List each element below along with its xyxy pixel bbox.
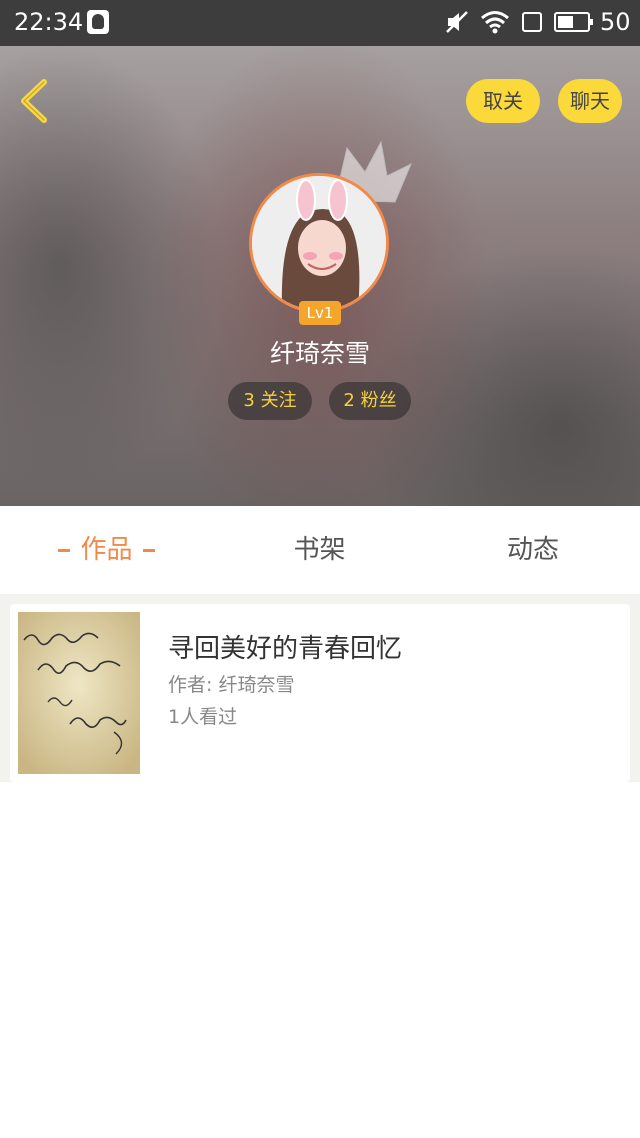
level-badge: Lv1 — [299, 301, 341, 325]
works-list: 寻回美好的青春回忆 作者: 纤琦奈雪 1人看过 — [0, 594, 640, 782]
status-time: 22:34 — [14, 8, 84, 36]
active-indicator-right — [142, 549, 155, 552]
mute-icon — [446, 11, 468, 33]
profile-tabs: 作品 书架 动态 — [0, 506, 640, 594]
avatar[interactable] — [249, 173, 389, 313]
unfollow-button[interactable]: 取关 — [466, 79, 540, 123]
cover-handwriting-image — [18, 612, 140, 774]
tab-works-label: 作品 — [80, 535, 133, 565]
profile-header: 取关 聊天 Lv1 纤琦奈雪 3 关注 2 粉丝 — [0, 46, 640, 506]
tab-bookshelf-label: 书架 — [293, 535, 346, 565]
list-item[interactable]: 寻回美好的青春回忆 作者: 纤琦奈雪 1人看过 — [10, 604, 630, 782]
book-title: 寻回美好的青春回忆 — [168, 634, 403, 664]
status-bar: 22:34 50 — [0, 0, 640, 46]
wifi-icon — [481, 11, 509, 34]
followers-count[interactable]: 2 粉丝 — [329, 382, 411, 420]
tab-works[interactable]: 作品 — [0, 506, 213, 594]
following-count[interactable]: 3 关注 — [228, 382, 312, 420]
chat-button[interactable]: 聊天 — [558, 79, 622, 123]
username: 纤琦奈雪 — [269, 339, 370, 368]
book-views: 1人看过 — [168, 706, 238, 728]
active-indicator-left — [58, 549, 71, 552]
tab-activity[interactable]: 动态 — [426, 506, 640, 594]
tab-bookshelf[interactable]: 书架 — [213, 506, 426, 594]
book-cover — [18, 612, 140, 774]
back-button[interactable] — [14, 76, 58, 126]
avatar-photo — [252, 176, 386, 310]
battery-icon — [554, 12, 593, 32]
sim-icon — [522, 12, 542, 32]
qq-notification-icon — [87, 10, 109, 34]
battery-level: 50 — [600, 8, 631, 36]
tab-activity-label: 动态 — [506, 535, 559, 565]
book-author: 作者: 纤琦奈雪 — [168, 674, 295, 696]
